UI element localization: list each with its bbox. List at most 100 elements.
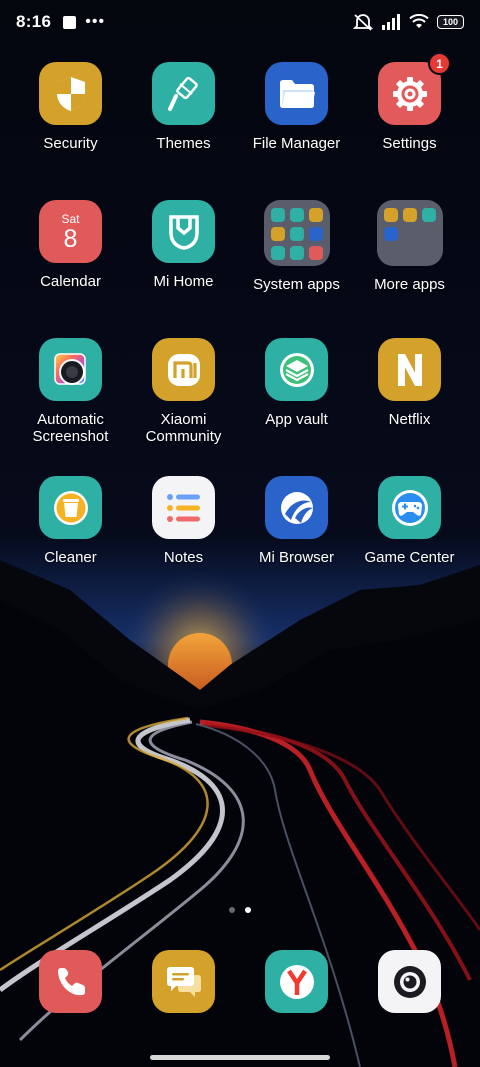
gallery-app-icon <box>383 208 398 222</box>
app-label: System apps <box>253 276 340 293</box>
screenshot-icon <box>53 352 86 385</box>
app-file-manager[interactable]: File Manager <box>240 62 353 200</box>
battery-icon: 100 <box>437 15 464 29</box>
status-time: 8:16 <box>16 12 52 31</box>
netflix-icon <box>397 353 422 386</box>
app-icon[interactable] <box>39 338 102 401</box>
mi-logo-icon <box>167 353 200 386</box>
contacts-icon <box>270 208 285 222</box>
app-icon[interactable] <box>378 950 441 1013</box>
app-label: App vault <box>265 411 328 428</box>
app-icon[interactable] <box>265 338 328 401</box>
clock-icon <box>308 208 323 222</box>
calculator-icon <box>289 208 304 222</box>
app-icon[interactable] <box>265 950 328 1013</box>
dock-yandex[interactable] <box>240 950 353 1020</box>
app-label: Settings <box>382 135 437 152</box>
calendar-date: 8 <box>63 225 78 253</box>
app-label: Cleaner <box>44 549 97 566</box>
notification-icon <box>63 15 77 29</box>
phone-icon <box>57 967 85 995</box>
app-label: Netflix <box>388 411 431 428</box>
app-automatic-screenshot[interactable]: Automatic Screenshot <box>14 338 127 476</box>
app-label: Security <box>43 135 98 152</box>
app-label: File Manager <box>252 135 341 152</box>
signal-icon <box>382 14 400 30</box>
yandex-icon <box>279 964 314 999</box>
app-label: More apps <box>374 276 445 293</box>
gear-icon <box>392 76 427 111</box>
recorder-icon <box>308 246 323 260</box>
app-settings[interactable]: 1 Settings <box>353 52 466 200</box>
paintbrush-icon <box>167 76 198 111</box>
app-netflix[interactable]: Netflix <box>353 338 466 476</box>
dock <box>14 950 466 1020</box>
vibrate-off-icon <box>353 14 373 31</box>
app-label: Automatic Screenshot <box>32 411 109 445</box>
app-security[interactable]: Security <box>14 62 127 200</box>
app-icon[interactable] <box>152 338 215 401</box>
dock-messaging[interactable] <box>127 950 240 1020</box>
home-indicator[interactable] <box>150 1055 330 1060</box>
notification-badge: 1 <box>428 52 451 75</box>
app-icon[interactable] <box>152 62 215 125</box>
mail-icon <box>270 227 285 241</box>
page-dot-2[interactable] <box>245 907 251 913</box>
camera-icon <box>393 965 426 998</box>
app-mi-home[interactable]: Mi Home <box>127 200 240 338</box>
folder-system-apps[interactable]: System apps <box>240 200 353 338</box>
app-game-center[interactable]: Game Center <box>353 476 466 614</box>
browser-icon <box>280 491 313 524</box>
app-cleaner[interactable]: Cleaner <box>14 476 127 614</box>
app-mi-browser[interactable]: Mi Browser <box>240 476 353 614</box>
notes-icon <box>166 493 200 522</box>
folder-icon[interactable] <box>376 200 443 266</box>
app-icon[interactable] <box>265 476 328 539</box>
app-notes[interactable]: Notes <box>127 476 240 614</box>
app-grid: Security Themes File Manager 1 Settings … <box>14 52 466 614</box>
weather-icon <box>289 246 304 260</box>
app-label: Xiaomi Community <box>145 411 222 445</box>
status-bar: 8:16 ••• 100 <box>0 0 480 44</box>
app-themes[interactable]: Themes <box>127 62 240 200</box>
more-notifications-icon: ••• <box>85 13 106 30</box>
mi-home-icon <box>168 214 199 250</box>
dock-phone[interactable] <box>14 950 127 1020</box>
app-label: Notes <box>163 549 204 566</box>
music-icon <box>383 227 398 241</box>
app-icon[interactable] <box>152 950 215 1013</box>
trash-icon <box>53 490 88 525</box>
layers-icon <box>279 352 314 387</box>
folder-more-apps[interactable]: More apps <box>353 200 466 338</box>
wifi-icon <box>409 14 429 28</box>
app-label: Mi Home <box>153 273 214 290</box>
app-label: Game Center <box>364 549 455 566</box>
folder-icon[interactable] <box>263 200 330 266</box>
app-xiaomi-community[interactable]: Xiaomi Community <box>127 338 240 476</box>
app-icon[interactable] <box>152 476 215 539</box>
facebook-icon <box>402 208 417 222</box>
calendar-icon[interactable]: Sat 8 <box>39 200 102 263</box>
app-icon[interactable] <box>378 476 441 539</box>
app-label: Themes <box>156 135 211 152</box>
app-icon[interactable] <box>152 200 215 263</box>
linkedin-icon <box>421 208 436 222</box>
downloads-icon <box>308 227 323 241</box>
app-icon[interactable] <box>39 476 102 539</box>
scanner-icon <box>289 227 304 241</box>
app-calendar[interactable]: Sat 8 Calendar <box>14 200 127 338</box>
app-icon[interactable] <box>39 62 102 125</box>
app-icon[interactable]: 1 <box>378 52 451 125</box>
page-dot-1[interactable] <box>229 907 235 913</box>
app-label: Mi Browser <box>258 549 334 566</box>
compass-icon <box>270 246 285 260</box>
app-icon[interactable] <box>39 950 102 1013</box>
app-label: Calendar <box>40 273 101 290</box>
app-icon[interactable] <box>378 338 441 401</box>
shield-icon <box>56 76 85 111</box>
app-app-vault[interactable]: App vault <box>240 338 353 476</box>
dock-camera[interactable] <box>353 950 466 1020</box>
folder-icon <box>279 79 315 108</box>
page-indicator <box>0 907 480 913</box>
app-icon[interactable] <box>265 62 328 125</box>
